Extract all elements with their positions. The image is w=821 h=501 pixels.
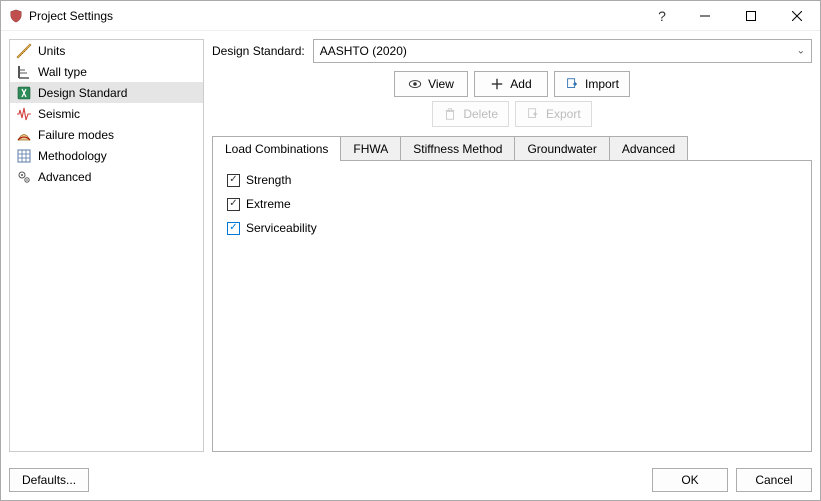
- tab-label: Groundwater: [527, 142, 596, 156]
- ruler-icon: [16, 43, 32, 59]
- chevron-down-icon: ⌄: [797, 46, 805, 57]
- sidebar-item-methodology[interactable]: Methodology: [10, 145, 203, 166]
- button-label: Import: [585, 77, 619, 91]
- footer: Defaults... OK Cancel: [1, 460, 820, 500]
- tab-stiffness-method[interactable]: Stiffness Method: [400, 136, 515, 160]
- button-label: OK: [681, 473, 698, 487]
- tab-fhwa[interactable]: FHWA: [340, 136, 401, 160]
- checkbox-strength[interactable]: ✓ Strength: [227, 173, 797, 187]
- sidebar-item-design-standard[interactable]: Design Standard: [10, 82, 203, 103]
- help-button[interactable]: ?: [642, 1, 682, 31]
- sidebar-item-label: Seismic: [38, 107, 80, 121]
- import-icon: [565, 77, 579, 91]
- checkbox-label: Strength: [246, 173, 291, 187]
- methodology-icon: [16, 148, 32, 164]
- failure-icon: [16, 127, 32, 143]
- window-title: Project Settings: [29, 9, 113, 23]
- button-label: Delete: [463, 107, 498, 121]
- sidebar-item-label: Methodology: [38, 149, 107, 163]
- plus-icon: [490, 77, 504, 91]
- sidebar-item-advanced[interactable]: Advanced: [10, 166, 203, 187]
- minimize-button[interactable]: [682, 1, 728, 31]
- button-label: View: [428, 77, 454, 91]
- close-button[interactable]: [774, 1, 820, 31]
- checkbox-serviceability[interactable]: ✓ Serviceability: [227, 221, 797, 235]
- tab-label: FHWA: [353, 142, 388, 156]
- seismic-icon: [16, 106, 32, 122]
- design-standard-select[interactable]: AASHTO (2020) ⌄: [313, 39, 812, 63]
- tab-label: Advanced: [622, 142, 675, 156]
- wall-icon: [16, 64, 32, 80]
- tabbar: Load Combinations FHWA Stiffness Method …: [212, 135, 812, 160]
- checkbox-label: Serviceability: [246, 221, 317, 235]
- view-button[interactable]: View: [394, 71, 468, 97]
- checkbox-label: Extreme: [246, 197, 291, 211]
- sidebar-item-label: Units: [38, 44, 65, 58]
- eye-icon: [408, 77, 422, 91]
- button-label: Cancel: [755, 473, 792, 487]
- add-button[interactable]: Add: [474, 71, 548, 97]
- trash-icon: [443, 107, 457, 121]
- sidebar-item-seismic[interactable]: Seismic: [10, 103, 203, 124]
- app-icon: [9, 9, 23, 23]
- design-standard-label: Design Standard:: [212, 44, 305, 58]
- button-label: Export: [546, 107, 581, 121]
- sidebar-item-label: Advanced: [38, 170, 91, 184]
- standard-icon: [16, 85, 32, 101]
- button-label: Defaults...: [22, 473, 76, 487]
- sidebar-item-label: Wall type: [38, 65, 87, 79]
- sidebar: Units Wall type Design Standard Seismic …: [9, 39, 204, 452]
- main-panel: Design Standard: AASHTO (2020) ⌄ View Ad…: [212, 39, 812, 452]
- tab-panel-load-combinations: ✓ Strength ✓ Extreme ✓ Serviceability: [212, 160, 812, 452]
- checkbox-box: ✓: [227, 222, 240, 235]
- sidebar-item-units[interactable]: Units: [10, 40, 203, 61]
- gears-icon: [16, 169, 32, 185]
- sidebar-item-wall-type[interactable]: Wall type: [10, 61, 203, 82]
- cancel-button[interactable]: Cancel: [736, 468, 812, 492]
- checkbox-extreme[interactable]: ✓ Extreme: [227, 197, 797, 211]
- button-label: Add: [510, 77, 531, 91]
- sidebar-item-label: Failure modes: [38, 128, 114, 142]
- tab-groundwater[interactable]: Groundwater: [514, 136, 609, 160]
- checkbox-box: ✓: [227, 198, 240, 211]
- sidebar-item-failure-modes[interactable]: Failure modes: [10, 124, 203, 145]
- tab-label: Stiffness Method: [413, 142, 502, 156]
- tab-load-combinations[interactable]: Load Combinations: [212, 136, 341, 161]
- defaults-button[interactable]: Defaults...: [9, 468, 89, 492]
- tab-label: Load Combinations: [225, 142, 328, 156]
- titlebar: Project Settings ?: [1, 1, 820, 31]
- delete-button: Delete: [432, 101, 509, 127]
- export-button: Export: [515, 101, 592, 127]
- ok-button[interactable]: OK: [652, 468, 728, 492]
- sidebar-item-label: Design Standard: [38, 86, 127, 100]
- import-button[interactable]: Import: [554, 71, 630, 97]
- export-icon: [526, 107, 540, 121]
- design-standard-value: AASHTO (2020): [320, 44, 407, 58]
- maximize-button[interactable]: [728, 1, 774, 31]
- checkbox-box: ✓: [227, 174, 240, 187]
- tab-advanced[interactable]: Advanced: [609, 136, 688, 160]
